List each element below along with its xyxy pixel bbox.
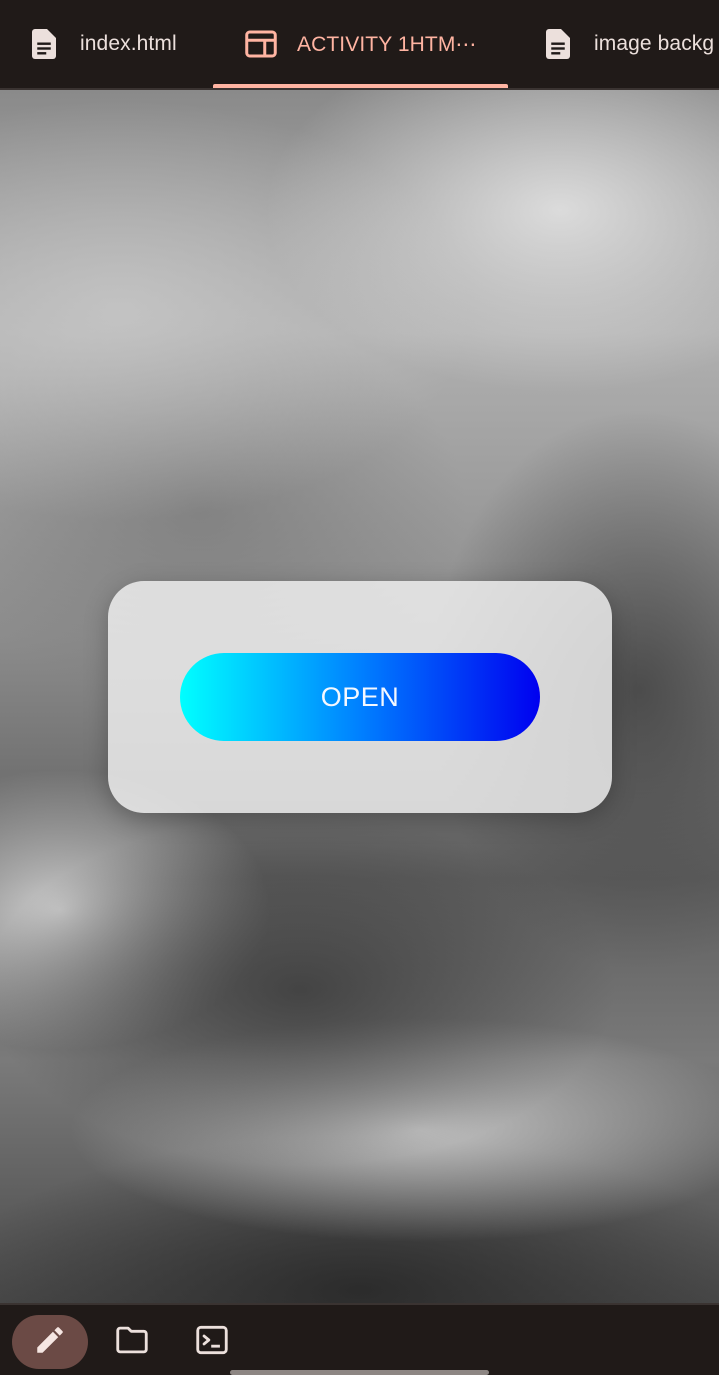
bottom-toolbar: [0, 1303, 719, 1375]
open-button[interactable]: OPEN: [180, 653, 540, 741]
tab-index-html[interactable]: index.html: [26, 0, 213, 88]
document-icon: [540, 26, 576, 62]
tab-activity-1[interactable]: ACTIVITY 1HTM⋯: [213, 0, 508, 88]
terminal-button[interactable]: [174, 1315, 250, 1369]
tab-image-background[interactable]: image backg: [540, 0, 719, 88]
tab-label: index.html: [80, 32, 177, 55]
edit-button[interactable]: [12, 1315, 88, 1369]
home-indicator: [230, 1370, 489, 1375]
terminal-icon: [193, 1321, 231, 1364]
glass-card: OPEN: [108, 581, 612, 813]
document-icon: [26, 26, 62, 62]
tab-label: ACTIVITY 1HTM⋯: [297, 32, 477, 56]
web-preview-icon: [243, 26, 279, 62]
pencil-icon: [33, 1323, 67, 1362]
files-button[interactable]: [94, 1315, 170, 1369]
web-preview-pane: OPEN: [0, 90, 719, 1303]
tab-label: image backg: [594, 32, 715, 55]
folder-icon: [113, 1321, 151, 1364]
editor-tab-bar: index.html ACTIVITY 1HTM⋯ image backg: [0, 0, 719, 90]
active-tab-indicator: [213, 84, 508, 88]
